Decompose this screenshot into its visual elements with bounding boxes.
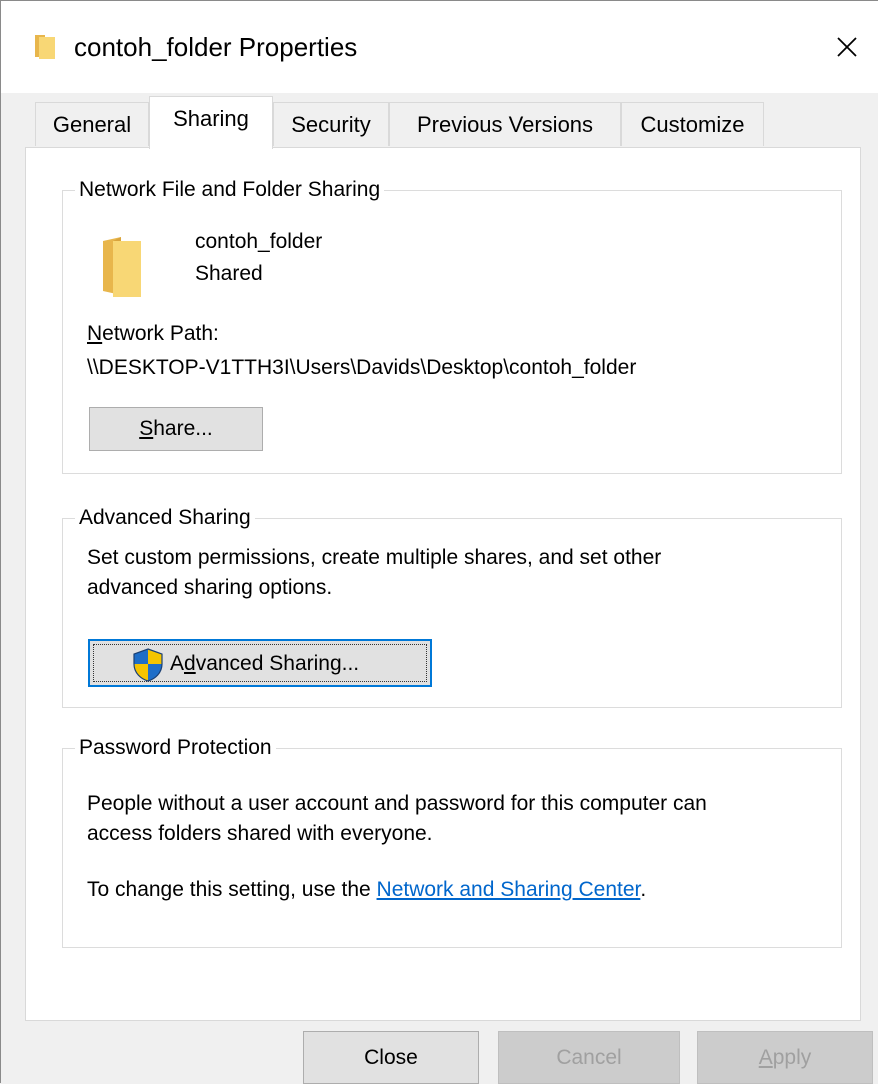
tab-general[interactable]: General [35, 102, 149, 146]
folder-icon [103, 237, 141, 297]
network-sharing-title: Network File and Folder Sharing [75, 177, 385, 203]
properties-dialog: contoh_folder Properties General Sharing… [0, 0, 878, 1084]
network-sharing-group: Network File and Folder Sharing contoh_f… [62, 177, 842, 474]
advanced-sharing-button-label: Advanced Sharing... [170, 652, 360, 675]
close-icon[interactable] [827, 27, 867, 67]
password-protection-text-2: access folders shared with everyone. [87, 822, 433, 845]
folder-icon [35, 35, 55, 59]
tab-previous-versions[interactable]: Previous Versions [389, 102, 621, 146]
advanced-sharing-description-2: advanced sharing options. [87, 576, 333, 599]
apply-button[interactable]: Apply [697, 1031, 873, 1084]
window-title: contoh_folder Properties [74, 32, 358, 62]
network-and-sharing-center-link[interactable]: Network and Sharing Center [377, 878, 641, 901]
password-protection-group: Password Protection People without a use… [62, 735, 842, 948]
password-protection-title: Password Protection [75, 735, 276, 761]
folder-name: contoh_folder [195, 230, 323, 253]
share-button[interactable]: Share... [89, 407, 263, 451]
password-protection-text-3: To change this setting, use the Network … [87, 878, 647, 901]
network-path-value: \\DESKTOP-V1TTH3I\Users\Davids\Desktop\c… [87, 356, 637, 379]
tab-sharing[interactable]: Sharing [149, 96, 273, 149]
share-status: Shared [195, 262, 263, 285]
sharing-panel: Network File and Folder Sharing contoh_f… [25, 147, 861, 1021]
title-bar[interactable]: contoh_folder Properties [1, 1, 878, 93]
tab-customize[interactable]: Customize [621, 102, 764, 146]
advanced-sharing-group: Advanced Sharing Set custom permissions,… [62, 505, 842, 708]
close-button[interactable]: Close [303, 1031, 479, 1084]
advanced-sharing-title: Advanced Sharing [75, 505, 255, 531]
advanced-sharing-button[interactable]: Advanced Sharing... [88, 639, 432, 687]
tab-security[interactable]: Security [273, 102, 389, 146]
uac-shield-icon [133, 648, 163, 682]
cancel-button[interactable]: Cancel [498, 1031, 680, 1084]
advanced-sharing-description-1: Set custom permissions, create multiple … [87, 546, 662, 569]
password-protection-text-1: People without a user account and passwo… [87, 792, 707, 815]
network-path-label: Network Path: [87, 322, 219, 345]
